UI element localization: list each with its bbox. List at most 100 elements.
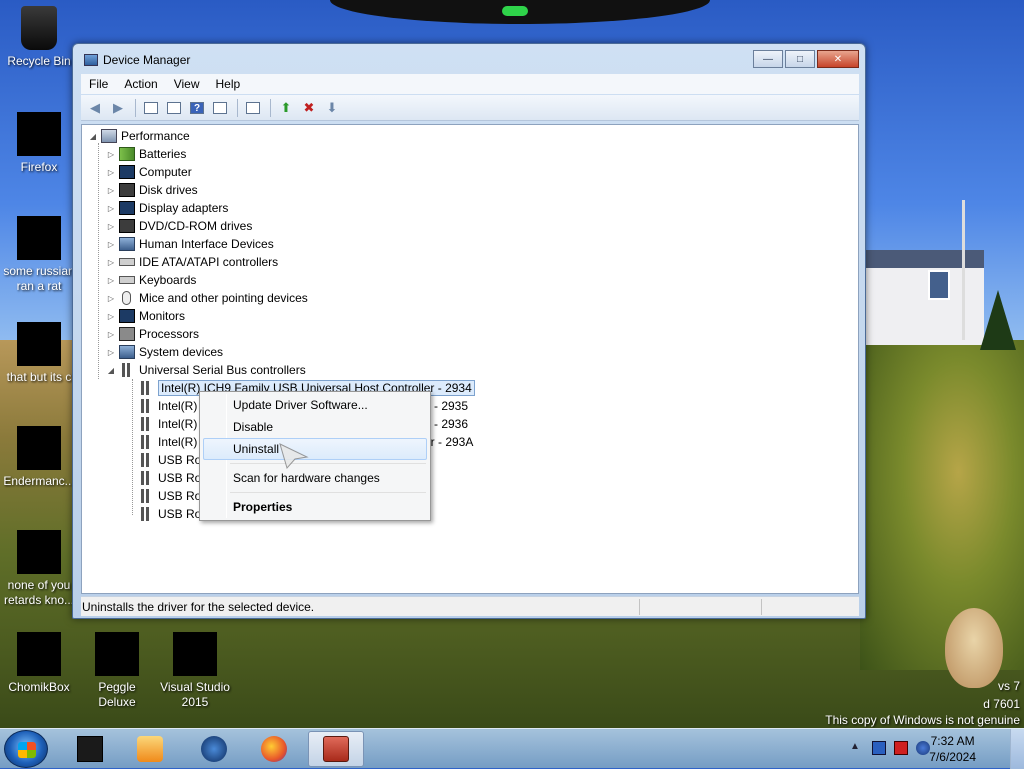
tree-category-mice[interactable]: ▷ Mice and other pointing devices — [106, 289, 308, 307]
monitor-icon — [119, 309, 135, 323]
tree-category-batteries[interactable]: ▷ Batteries — [106, 145, 186, 163]
expand-triangle-icon[interactable]: ▷ — [106, 150, 116, 159]
desktop-icon-recycle-bin[interactable]: Recycle Bin — [0, 6, 78, 69]
title-bar[interactable]: Device Manager — □ ✕ — [73, 44, 865, 76]
forward-arrow-icon[interactable]: ▶ — [108, 99, 128, 117]
desktop-icon-label: some russian ran a rat — [3, 264, 75, 293]
desktop-icon-file[interactable]: that but its c — [0, 322, 78, 385]
tree-category-disk-drives[interactable]: ▷ Disk drives — [106, 181, 198, 199]
tree-usb-device[interactable]: USB Ro — [135, 505, 201, 523]
tree-category-computer[interactable]: ▷ Computer — [106, 163, 192, 181]
tree-category-usb-controllers[interactable]: ◢ Universal Serial Bus controllers — [106, 361, 306, 379]
desktop-icon-file[interactable]: none of you retards kno... — [0, 530, 78, 608]
desktop-icon-peggle[interactable]: Peggle Deluxe — [78, 632, 156, 710]
desktop-icon-firefox[interactable]: Firefox — [0, 112, 78, 175]
expand-triangle-icon[interactable]: ▷ — [106, 330, 116, 339]
menu-view[interactable]: View — [166, 77, 208, 91]
tree-usb-device[interactable]: USB Ro — [135, 469, 201, 487]
wallpaper-tree — [980, 290, 1016, 350]
expand-triangle-icon[interactable]: ▷ — [106, 294, 116, 303]
menu-action[interactable]: Action — [116, 77, 165, 91]
dvd-drive-icon — [119, 219, 135, 233]
tree-category-monitors[interactable]: ▷ Monitors — [106, 307, 185, 325]
desktop-icon-file[interactable]: Endermanc... — [0, 426, 78, 489]
tree-category-keyboards[interactable]: ▷ Keyboards — [106, 271, 196, 289]
back-arrow-icon[interactable]: ◀ — [85, 99, 105, 117]
device-label-suffix: - 2936 — [434, 417, 469, 431]
tree-category-dvd-drives[interactable]: ▷ DVD/CD-ROM drives — [106, 217, 252, 235]
expand-triangle-icon[interactable]: ▷ — [106, 258, 116, 267]
tree-category-processors[interactable]: ▷ Processors — [106, 325, 199, 343]
tree-category-system-devices[interactable]: ▷ System devices — [106, 343, 223, 361]
disable-device-icon[interactable]: ⬇ — [322, 99, 342, 117]
desktop-icon-visual-studio[interactable]: Visual Studio 2015 — [156, 632, 234, 710]
show-hide-console-tree-icon[interactable] — [141, 99, 161, 117]
taskbar-app-terminal[interactable] — [62, 731, 118, 767]
tree-usb-device[interactable]: Intel(R) — [135, 397, 197, 415]
expand-triangle-icon[interactable]: ▷ — [106, 222, 116, 231]
desktop-icon-file[interactable]: some russian ran a rat — [0, 216, 78, 294]
scan-hardware-icon[interactable] — [243, 99, 263, 117]
expand-triangle-icon[interactable]: ▷ — [106, 276, 116, 285]
menu-item-properties[interactable]: Properties — [203, 496, 427, 518]
menu-item-uninstall[interactable]: Uninstall — [203, 438, 427, 460]
tree-usb-device[interactable]: Intel(R) — [135, 415, 197, 433]
menu-file[interactable]: File — [81, 77, 116, 91]
action-center-icon[interactable] — [894, 741, 908, 755]
expand-triangle-icon[interactable]: ▷ — [106, 168, 116, 177]
firefox-icon — [17, 112, 61, 156]
ide-controller-icon — [119, 258, 135, 266]
expand-triangle-icon[interactable]: ▷ — [106, 204, 116, 213]
collapse-triangle-icon[interactable]: ◢ — [106, 366, 116, 375]
taskbar-app-firefox[interactable] — [246, 731, 302, 767]
category-label: Keyboards — [139, 273, 197, 287]
hamster-desktop-pet[interactable] — [945, 608, 1003, 688]
usb-device-icon — [141, 417, 149, 431]
properties-icon[interactable] — [164, 99, 184, 117]
show-desktop-button[interactable] — [1010, 729, 1024, 769]
tree-root-label: Performance — [121, 129, 190, 143]
file-icon — [17, 322, 61, 366]
minimize-button[interactable]: — — [753, 50, 783, 68]
menu-item-scan-hardware[interactable]: Scan for hardware changes — [203, 467, 427, 489]
taskbar-app-media-player[interactable] — [122, 731, 178, 767]
volume-icon[interactable] — [916, 741, 930, 755]
toolbar: ◀ ▶ ? ⬆ ✖ ⬇ — [81, 95, 859, 121]
start-button[interactable] — [4, 730, 48, 768]
tree-usb-device[interactable]: USB Ro — [135, 487, 201, 505]
taskbar-app-device-manager[interactable] — [308, 731, 364, 767]
help-icon[interactable]: ? — [187, 99, 207, 117]
menu-help[interactable]: Help — [208, 77, 249, 91]
desktop-icon-label: Firefox — [20, 160, 58, 174]
taskbar-app-globe[interactable] — [186, 731, 242, 767]
tree-category-hid[interactable]: ▷ Human Interface Devices — [106, 235, 274, 253]
tree-category-display-adapters[interactable]: ▷ Display adapters — [106, 199, 228, 217]
computer-icon — [101, 129, 117, 143]
expand-triangle-icon[interactable]: ▷ — [106, 186, 116, 195]
tree-root[interactable]: ◢ Performance — [88, 127, 190, 145]
menu-item-disable[interactable]: Disable — [203, 416, 427, 438]
usb-device-icon — [141, 435, 149, 449]
clock[interactable]: 7:32 AM 7/6/2024 — [929, 733, 976, 765]
uninstall-icon[interactable]: ✖ — [299, 99, 319, 117]
network-icon[interactable] — [872, 741, 886, 755]
expand-triangle-icon[interactable]: ▷ — [106, 240, 116, 249]
action-pane-icon[interactable] — [210, 99, 230, 117]
update-driver-icon[interactable]: ⬆ — [276, 99, 296, 117]
tree-usb-device[interactable]: Intel(R) — [135, 433, 197, 451]
expand-triangle-icon[interactable]: ▷ — [106, 348, 116, 357]
maximize-button[interactable]: □ — [785, 50, 815, 68]
close-button[interactable]: ✕ — [817, 50, 859, 68]
mouse-icon — [122, 291, 131, 305]
expand-triangle-icon[interactable]: ▷ — [106, 312, 116, 321]
tree-category-ide-controllers[interactable]: ▷ IDE ATA/ATAPI controllers — [106, 253, 278, 271]
menu-item-update-driver[interactable]: Update Driver Software... — [203, 394, 427, 416]
file-icon — [17, 426, 61, 470]
collapse-triangle-icon[interactable]: ◢ — [88, 132, 98, 141]
desktop-icon-chomikbox[interactable]: ChomikBox — [0, 632, 78, 695]
windows-logo-icon — [18, 742, 36, 758]
tree-usb-device[interactable]: USB Ro — [135, 451, 201, 469]
show-hidden-icons-icon[interactable]: ▲ — [850, 741, 864, 755]
wallpaper-house — [864, 250, 984, 345]
category-label: Mice and other pointing devices — [139, 291, 308, 305]
